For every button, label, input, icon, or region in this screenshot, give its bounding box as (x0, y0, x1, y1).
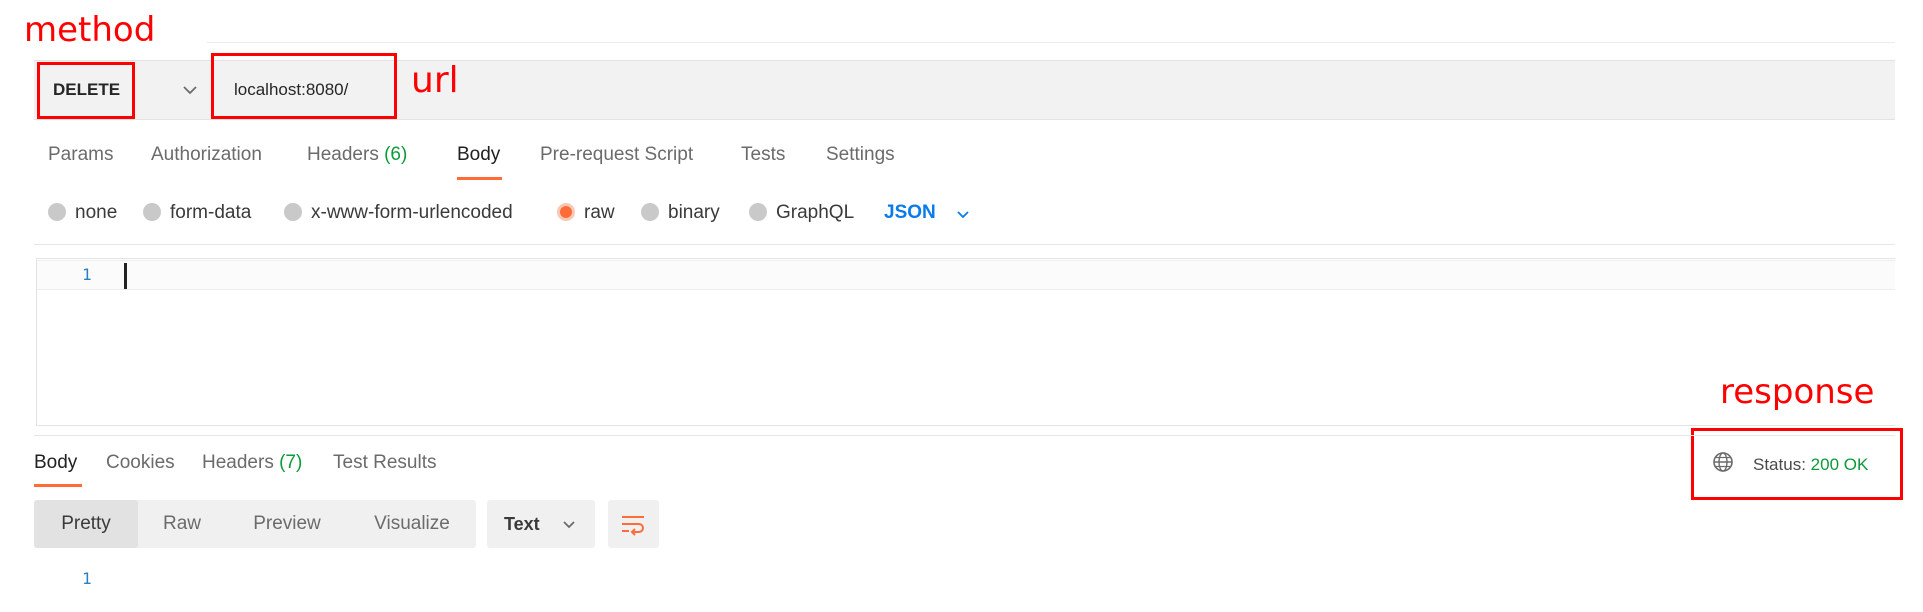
active-tab-indicator (457, 177, 502, 180)
radio-raw[interactable]: raw (557, 201, 615, 225)
tab-headers-count: (6) (384, 144, 408, 165)
tab-pre-request-script[interactable]: Pre-request Script (540, 144, 693, 166)
radio-none-label: none (75, 202, 118, 223)
tab-authorization[interactable]: Authorization (151, 144, 262, 166)
chevron-down-icon[interactable] (559, 514, 579, 534)
radio-form-data-label: form-data (170, 202, 252, 223)
radio-form-data[interactable]: form-data (143, 201, 251, 225)
radio-raw-dot (557, 203, 575, 221)
response-tab-headers[interactable]: Headers (7) (202, 452, 302, 474)
view-pretty-button[interactable]: Pretty (34, 500, 138, 548)
radio-graphql-label: GraphQL (776, 202, 855, 223)
response-line-number: 1 (82, 569, 92, 588)
radio-binary[interactable]: binary (641, 201, 720, 225)
chevron-down-icon[interactable] (953, 204, 973, 224)
response-tab-body[interactable]: Body (34, 452, 77, 474)
radio-none-dot (48, 203, 66, 221)
radio-urlencoded-label: x-www-form-urlencoded (311, 202, 513, 223)
annotation-url: url (411, 60, 459, 101)
editor-line-number: 1 (82, 265, 92, 284)
section-divider (34, 244, 1895, 245)
response-status: Status: 200 OK (1753, 455, 1868, 475)
annotation-method-box (37, 62, 135, 119)
radio-urlencoded[interactable]: x-www-form-urlencoded (284, 201, 513, 225)
editor-active-line (37, 260, 1895, 290)
text-cursor (124, 263, 127, 289)
top-divider (207, 42, 1895, 43)
response-tab-test-results[interactable]: Test Results (333, 452, 436, 474)
radio-graphql-dot (749, 203, 767, 221)
radio-binary-label: binary (668, 202, 720, 223)
status-value: 200 OK (1810, 455, 1869, 474)
response-tab-headers-count: (7) (279, 452, 303, 473)
annotation-method: method (24, 10, 156, 50)
radio-raw-label: raw (584, 202, 615, 223)
radio-none[interactable]: none (48, 201, 117, 225)
radio-form-data-dot (143, 203, 161, 221)
tab-settings[interactable]: Settings (826, 144, 895, 166)
view-preview-button[interactable]: Preview (226, 500, 348, 548)
response-tab-headers-label: Headers (202, 452, 274, 473)
tab-headers-label: Headers (307, 144, 379, 165)
view-raw-button[interactable]: Raw (138, 500, 226, 548)
annotation-url-box (211, 53, 397, 119)
status-label: Status: (1753, 455, 1806, 474)
radio-binary-dot (641, 203, 659, 221)
tab-params[interactable]: Params (48, 144, 113, 166)
tab-tests[interactable]: Tests (741, 144, 785, 166)
active-response-tab-indicator (34, 484, 82, 487)
tab-headers[interactable]: Headers (6) (307, 144, 407, 166)
response-format-label: Text (504, 514, 540, 534)
radio-graphql[interactable]: GraphQL (749, 201, 854, 225)
body-format-select[interactable]: JSON (884, 201, 936, 225)
wrap-lines-icon (622, 516, 644, 536)
response-tab-cookies[interactable]: Cookies (106, 452, 175, 474)
view-visualize-button[interactable]: Visualize (348, 500, 476, 548)
globe-icon[interactable] (1711, 450, 1735, 474)
section-divider (34, 435, 1895, 436)
chevron-down-icon[interactable] (178, 78, 202, 102)
radio-urlencoded-dot (284, 203, 302, 221)
tab-body[interactable]: Body (457, 144, 500, 166)
